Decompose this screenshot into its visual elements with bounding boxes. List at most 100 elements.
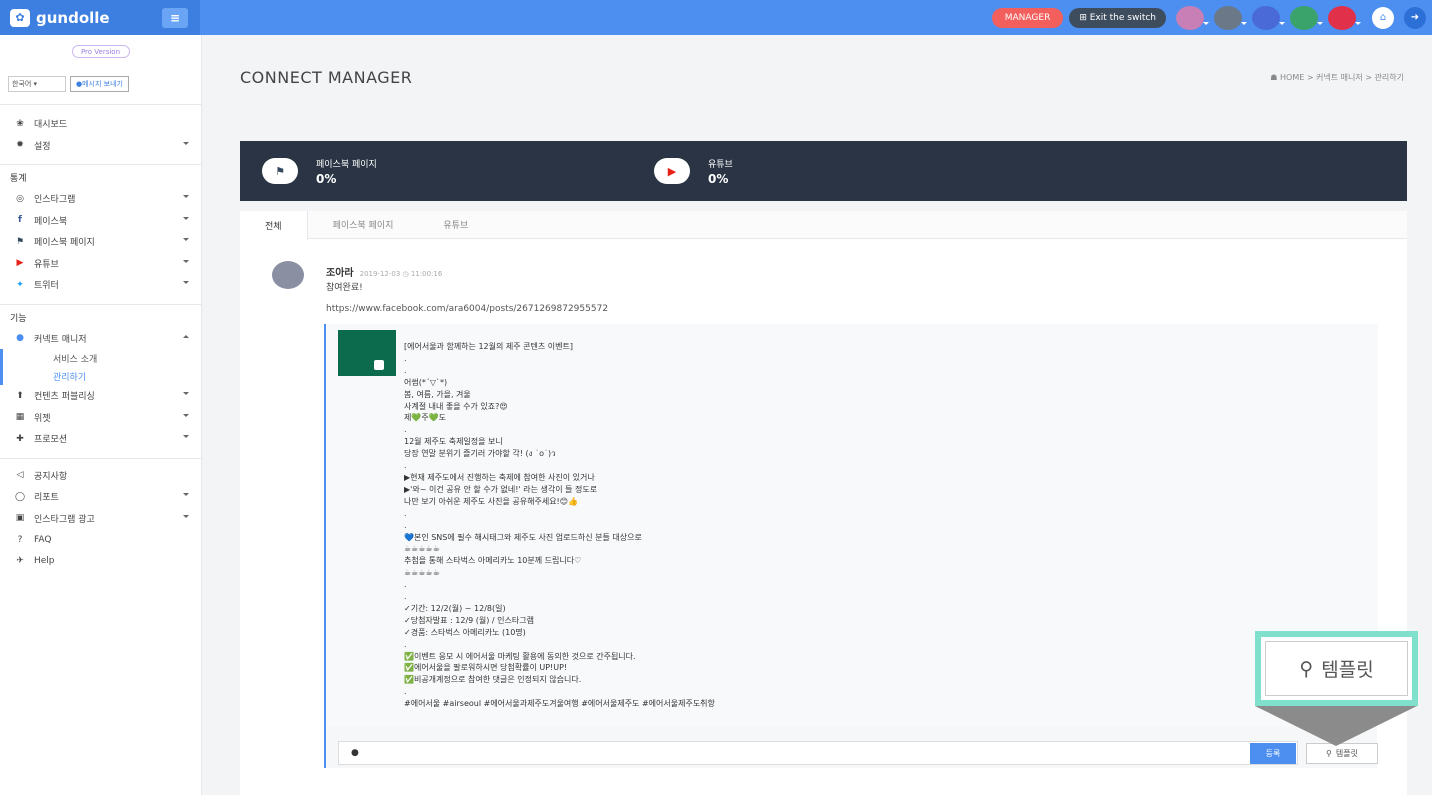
ad-icon: ▣ — [15, 513, 25, 524]
stat-label: 유튜브 — [708, 159, 733, 170]
sidebar-item-label: 공지사항 — [34, 471, 68, 482]
menu-toggle-icon[interactable]: ≡ — [162, 7, 188, 28]
sidebar-item-label: 커넥트 매니저 — [34, 334, 87, 345]
send-message-label: 메시지 보내기 — [82, 80, 123, 88]
post-content: [에어서울과 함께하는 12월의 제주 콘텐츠 이벤트] . . 어썸(*ˊ▽ˋ… — [326, 324, 1378, 726]
sidebar-divider — [0, 104, 201, 105]
tab-all[interactable]: 전체 — [240, 211, 308, 240]
youtube-icon: ▶ — [654, 158, 690, 184]
sidebar-item-facebook[interactable]: f 페이스북 — [0, 210, 201, 232]
chat-icon: ● — [16, 333, 24, 344]
upload-icon: ⬆ — [16, 390, 24, 401]
sidebar-item-promotion[interactable]: ✚ 프로모션 — [0, 428, 201, 450]
language-select[interactable]: 한국어 ▾ — [8, 76, 66, 92]
exit-switch-label: Exit the switch — [1089, 12, 1156, 23]
account-avatar-2[interactable] — [1214, 5, 1247, 30]
sidebar-item-label: 리포트 — [34, 493, 59, 504]
post-text: [에어서울과 함께하는 12월의 제주 콘텐츠 이벤트] . . 어썸(*ˊ▽ˋ… — [404, 342, 715, 709]
sidebar-item-label: 인스타그램 광고 — [34, 514, 95, 525]
manager-button[interactable]: MANAGER — [991, 7, 1064, 28]
reply-input[interactable] — [364, 748, 1297, 758]
language-row: 한국어 ▾ ● 메시지 보내기 — [8, 76, 201, 92]
sidebar-item-instagram[interactable]: ◎ 인스타그램 — [0, 188, 201, 210]
sidebar-item-content-publishing[interactable]: ⬆ 컨텐츠 퍼블리싱 — [0, 385, 201, 407]
post-link[interactable]: https://www.facebook.com/ara6004/posts/2… — [326, 304, 608, 314]
post-box: [에어서울과 함께하는 12월의 제주 콘텐츠 이벤트] . . 어썸(*ˊ▽ˋ… — [324, 324, 1378, 768]
stats-bar: ⚑ 페이스북 페이지 0% ▶ 유튜브 0% — [240, 141, 1407, 201]
callout-template-label: 템플릿 — [1321, 659, 1374, 681]
tab-youtube[interactable]: 유튜브 — [418, 211, 493, 238]
page-title: CONNECT MANAGER — [240, 68, 413, 87]
paper-plane-icon: ✈ — [16, 556, 24, 567]
chevron-down-icon — [183, 216, 189, 223]
callout-template-button[interactable]: ⚲ 템플릿 — [1265, 641, 1408, 696]
flag-icon: ⚑ — [15, 236, 25, 247]
sidebar-divider — [0, 164, 201, 165]
brand[interactable]: ✿ gundolle ≡ — [0, 0, 200, 35]
stat-facebook-page: ⚑ 페이스북 페이지 0% — [240, 141, 632, 201]
sidebar-divider — [0, 303, 201, 305]
account-avatar-1[interactable] — [1176, 5, 1209, 30]
sidebar-item-report[interactable]: ◯ 리포트 — [0, 486, 201, 508]
exit-switch-button[interactable]: ⊞ Exit the switch — [1069, 7, 1166, 28]
sidebar-item-faq[interactable]: ? FAQ — [0, 529, 201, 551]
submit-button[interactable]: 등록 — [1250, 743, 1296, 764]
gift-icon: ✚ — [16, 433, 24, 444]
question-icon: ? — [17, 534, 23, 545]
youtube-icon: ▶ — [16, 258, 24, 269]
brand-name: gundolle — [36, 8, 110, 27]
home-icon[interactable]: ⌂ — [1372, 6, 1394, 29]
grid-icon: ▦ — [15, 412, 25, 423]
stat-value: 0% — [708, 171, 729, 186]
sidebar-item-label: 컨텐츠 퍼블리싱 — [34, 392, 95, 403]
account-avatar-5[interactable] — [1328, 5, 1361, 30]
comment-date: 2019-12-03 ◷ 11:00:16 — [359, 270, 443, 278]
template-label: 템플릿 — [1335, 749, 1358, 758]
sidebar-item-label: 인스타그램 — [34, 195, 76, 206]
report-icon: ◯ — [14, 491, 26, 502]
sidebar-item-label: 프로모션 — [34, 435, 68, 446]
sidebar-item-label: 위젯 — [34, 413, 51, 424]
avatar[interactable] — [272, 261, 304, 289]
chevron-down-icon — [183, 238, 189, 244]
sidebar-item-connect-manager[interactable]: ● 커넥트 매니저 — [0, 328, 201, 350]
sidebar-sub-service-intro[interactable]: 서비스 소개 — [0, 349, 201, 367]
comment-header: 조아라 2019-12-03 ◷ 11:00:16 — [326, 264, 442, 279]
paw-icon: ❀ — [16, 118, 24, 129]
breadcrumb-text[interactable]: HOME > 커넥트 매니저 > 관리하기 — [1280, 73, 1404, 82]
sidebar-item-label: 페이스북 페이지 — [34, 238, 95, 249]
tab-facebook-page[interactable]: 페이스북 페이지 — [308, 211, 419, 238]
top-actions: MANAGER ⊞ Exit the switch ⌂ ➜ — [991, 5, 1432, 30]
sidebar-item-instagram-ad[interactable]: ▣ 인스타그램 광고 — [0, 508, 201, 530]
sidebar-item-settings[interactable]: ✹ 설정 — [0, 135, 201, 157]
template-button[interactable]: ⚲ 템플릿 — [1306, 743, 1378, 764]
post-thumbnail[interactable] — [338, 330, 396, 376]
sidebar-item-youtube[interactable]: ▶ 유튜브 — [0, 253, 201, 275]
stat-youtube: ▶ 유튜브 0% — [632, 141, 1024, 201]
twitter-icon: ✦ — [16, 279, 24, 290]
sidebar-divider — [0, 457, 201, 459]
zoom-callout: ⚲ 템플릿 — [1255, 631, 1418, 706]
megaphone-icon: ◁ — [16, 470, 24, 481]
pro-version-badge: Pro Version — [71, 45, 130, 58]
chevron-down-icon — [183, 259, 189, 266]
chevron-down-icon — [183, 435, 189, 441]
send-message-button[interactable]: ● 메시지 보내기 — [70, 76, 129, 92]
account-avatar-3[interactable] — [1252, 5, 1285, 30]
sidebar-sub-manage[interactable]: 관리하기 — [0, 367, 201, 385]
sidebar-item-notice[interactable]: ◁ 공지사항 — [0, 465, 201, 487]
account-avatar-4[interactable] — [1290, 5, 1323, 30]
sidebar-item-dashboard[interactable]: ❀ 대시보드 — [0, 113, 201, 135]
sidebar-item-label: 트위터 — [34, 281, 59, 292]
sidebar-item-twitter[interactable]: ✦ 트위터 — [0, 274, 201, 296]
facebook-icon: f — [18, 215, 22, 226]
sidebar-item-facebook-page[interactable]: ⚑ 페이스북 페이지 — [0, 231, 201, 253]
comment-author[interactable]: 조아라 — [326, 264, 354, 279]
callout-pointer — [1255, 706, 1417, 746]
sidebar-item-help[interactable]: ✈ Help — [0, 551, 201, 573]
sidebar-item-widget[interactable]: ▦ 위젯 — [0, 407, 201, 429]
chevron-up-icon — [183, 332, 189, 338]
chevron-down-icon — [183, 281, 189, 287]
logout-icon[interactable]: ➜ — [1404, 6, 1426, 29]
sidebar: Pro Version 한국어 ▾ ● 메시지 보내기 ❀ 대시보드 ✹ 설정 통계… — [0, 35, 202, 795]
